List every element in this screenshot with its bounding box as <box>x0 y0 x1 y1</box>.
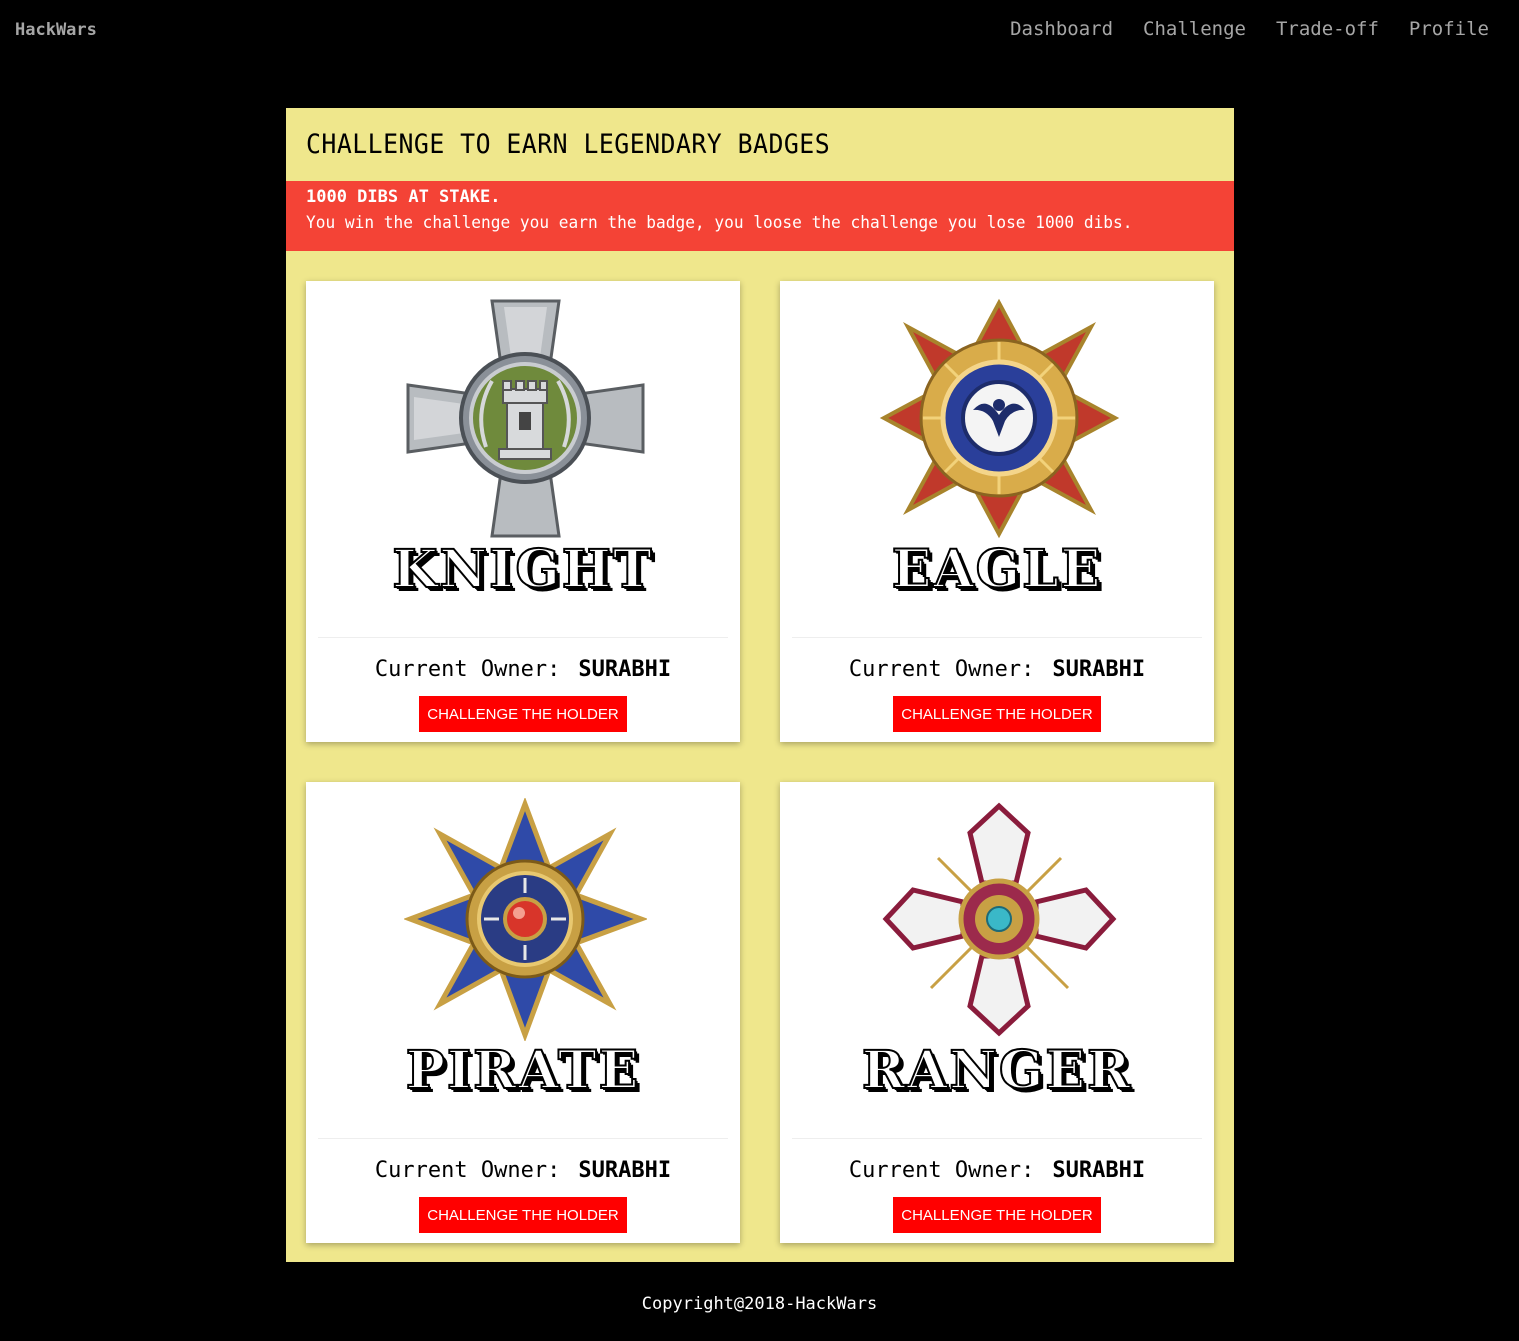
divider <box>792 1138 1202 1139</box>
ranger-badge-icon <box>882 802 1117 1037</box>
badge-name: PIRATE <box>405 1039 641 1102</box>
divider <box>318 637 728 638</box>
page-title: CHALLENGE TO EARN LEGENDARY BADGES <box>306 129 831 160</box>
badge-name: KNIGHT <box>391 538 654 601</box>
nav-link-trade-off[interactable]: Trade-off <box>1276 18 1379 40</box>
challenge-holder-button[interactable]: CHALLENGE THE HOLDER <box>893 696 1101 732</box>
challenge-holder-button[interactable]: CHALLENGE THE HOLDER <box>419 696 627 732</box>
owner-label: Current Owner: <box>848 1158 1035 1183</box>
badge-card-ranger: RANGER Current Owner: SURABHI CHALLENGE T… <box>780 782 1214 1243</box>
badge-name: EAGLE <box>891 538 1103 601</box>
stake-alert: 1000 DIBS AT STAKE. You win the challeng… <box>286 181 1234 251</box>
owner-label: Current Owner: <box>848 657 1035 682</box>
navbar: HackWars Dashboard Challenge Trade-off P… <box>0 0 1519 62</box>
owner-name: SURABHI <box>578 1158 672 1183</box>
challenge-holder-button[interactable]: CHALLENGE THE HOLDER <box>893 1197 1101 1233</box>
alert-text: You win the challenge you earn the badge… <box>306 213 1133 233</box>
owner-line: Current Owner: SURABHI <box>306 1158 740 1183</box>
owner-line: Current Owner: SURABHI <box>780 657 1214 682</box>
owner-label: Current Owner: <box>374 657 561 682</box>
alert-heading: 1000 DIBS AT STAKE. <box>306 187 501 207</box>
divider <box>318 1138 728 1139</box>
owner-line: Current Owner: SURABHI <box>780 1158 1214 1183</box>
owner-label: Current Owner: <box>374 1158 561 1183</box>
badge-card-pirate: PIRATE Current Owner: SURABHI CHALLENGE T… <box>306 782 740 1243</box>
brand-logo[interactable]: HackWars <box>15 20 97 40</box>
divider <box>792 637 1202 638</box>
challenge-holder-button[interactable]: CHALLENGE THE HOLDER <box>419 1197 627 1233</box>
footer-copyright: Copyright@2018-HackWars <box>641 1294 878 1314</box>
badge-card-knight: KNIGHT Current Owner: SURABHI CHALLENGE T… <box>306 281 740 742</box>
challenge-panel: CHALLENGE TO EARN LEGENDARY BADGES 1000 … <box>286 108 1234 1262</box>
knight-badge-icon <box>406 299 645 538</box>
owner-name: SURABHI <box>1052 657 1146 682</box>
badge-name: RANGER <box>861 1039 1133 1102</box>
eagle-badge-icon <box>879 298 1120 539</box>
owner-name: SURABHI <box>578 657 672 682</box>
pirate-badge-icon <box>404 798 647 1041</box>
owner-name: SURABHI <box>1052 1158 1146 1183</box>
owner-line: Current Owner: SURABHI <box>306 657 740 682</box>
badge-card-eagle: EAGLE Current Owner: SURABHI CHALLENGE TH… <box>780 281 1214 742</box>
nav-link-dashboard[interactable]: Dashboard <box>1010 18 1113 40</box>
nav-links: Dashboard Challenge Trade-off Profile <box>1010 18 1489 40</box>
nav-link-challenge[interactable]: Challenge <box>1143 18 1246 40</box>
nav-link-profile[interactable]: Profile <box>1409 18 1489 40</box>
